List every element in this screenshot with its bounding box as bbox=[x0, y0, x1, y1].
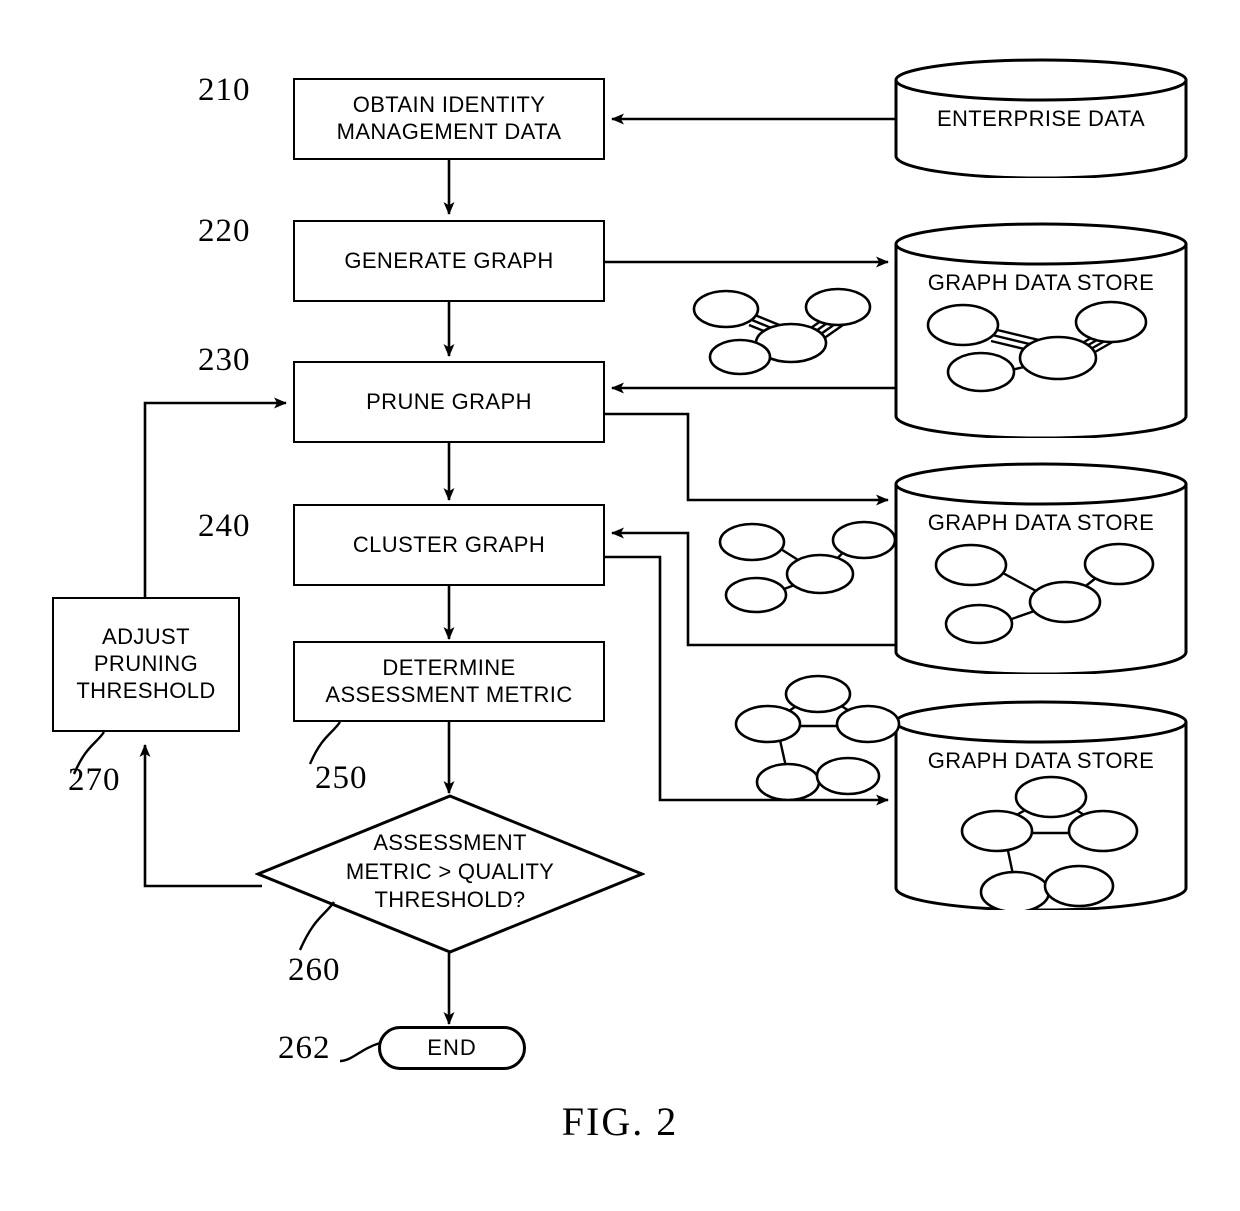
leader-line-260 bbox=[298, 901, 335, 951]
step-230-line1: PRUNE GRAPH bbox=[366, 388, 532, 414]
wire-230-to-store2 bbox=[605, 412, 889, 506]
adjust-line1: ADJUST bbox=[102, 624, 190, 650]
wire-260-to-270 bbox=[139, 744, 262, 888]
step-250-line1: DETERMINE bbox=[382, 654, 516, 680]
process-box-adjust-pruning-threshold[interactable]: ADJUST PRUNING THRESHOLD bbox=[52, 597, 240, 732]
data-store-label: GRAPH DATA STORE bbox=[927, 748, 1155, 773]
ref-label-250: 250 bbox=[315, 760, 368, 796]
ref-label-210: 210 bbox=[198, 72, 251, 108]
leader-line-262 bbox=[339, 1041, 381, 1063]
figure-caption: FIG. 2 bbox=[561, 1099, 679, 1144]
ref-label-262: 262 bbox=[278, 1030, 331, 1066]
cylinder-shape bbox=[894, 700, 1188, 914]
process-box-cluster-graph[interactable]: CLUSTER GRAPH bbox=[293, 504, 605, 586]
wire-270-to-230 bbox=[143, 397, 287, 597]
data-store-graph-data-store-3[interactable]: GRAPH DATA STORE bbox=[893, 700, 1189, 914]
data-store-graph-data-store-1[interactable]: GRAPH DATA STORE bbox=[893, 222, 1189, 440]
step-240-line1: CLUSTER GRAPH bbox=[352, 531, 546, 557]
data-store-label: GRAPH DATA STORE bbox=[927, 270, 1155, 295]
process-box-prune-graph[interactable]: PRUNE GRAPH bbox=[293, 361, 605, 443]
process-box-obtain-identity-management-data[interactable]: OBTAIN IDENTITY MANAGEMENT DATA bbox=[293, 78, 605, 160]
adjust-line3: THRESHOLD bbox=[76, 677, 216, 703]
step-210-line1: OBTAIN IDENTITY bbox=[352, 92, 546, 118]
figure-canvas: OBTAIN IDENTITY MANAGEMENT DATA 210 GENE… bbox=[0, 0, 1240, 1211]
ref-label-240: 240 bbox=[198, 508, 251, 544]
decision-line2: METRIC > QUALITY bbox=[345, 858, 555, 884]
data-store-graph-data-store-2[interactable]: GRAPH DATA STORE bbox=[893, 462, 1189, 676]
graph-icon-dense bbox=[692, 287, 872, 376]
data-store-label: ENTERPRISE DATA bbox=[936, 106, 1146, 131]
step-220-line1: GENERATE GRAPH bbox=[344, 247, 554, 273]
decision-line1: ASSESSMENT bbox=[373, 830, 527, 855]
terminator-label: END bbox=[427, 1035, 477, 1060]
cylinder-shape bbox=[894, 462, 1188, 676]
data-store-label: GRAPH DATA STORE bbox=[927, 510, 1155, 535]
ref-label-260: 260 bbox=[288, 952, 341, 988]
graph-icon-pruned bbox=[718, 520, 897, 614]
adjust-line2: PRUNING bbox=[93, 651, 199, 677]
ref-label-230: 230 bbox=[198, 342, 251, 378]
process-box-determine-assessment-metric[interactable]: DETERMINE ASSESSMENT METRIC bbox=[293, 641, 605, 722]
terminator-end[interactable]: END bbox=[378, 1026, 526, 1070]
ref-label-220: 220 bbox=[198, 213, 251, 249]
graph-icon-clustered bbox=[734, 674, 901, 800]
ref-label-270: 270 bbox=[68, 762, 121, 798]
process-box-generate-graph[interactable]: GENERATE GRAPH bbox=[293, 220, 605, 302]
step-250-line2: ASSESSMENT METRIC bbox=[325, 681, 573, 707]
cylinder-shape bbox=[894, 222, 1188, 440]
step-210-line2: MANAGEMENT DATA bbox=[336, 119, 562, 144]
data-store-enterprise-data[interactable]: ENTERPRISE DATA bbox=[893, 58, 1189, 180]
